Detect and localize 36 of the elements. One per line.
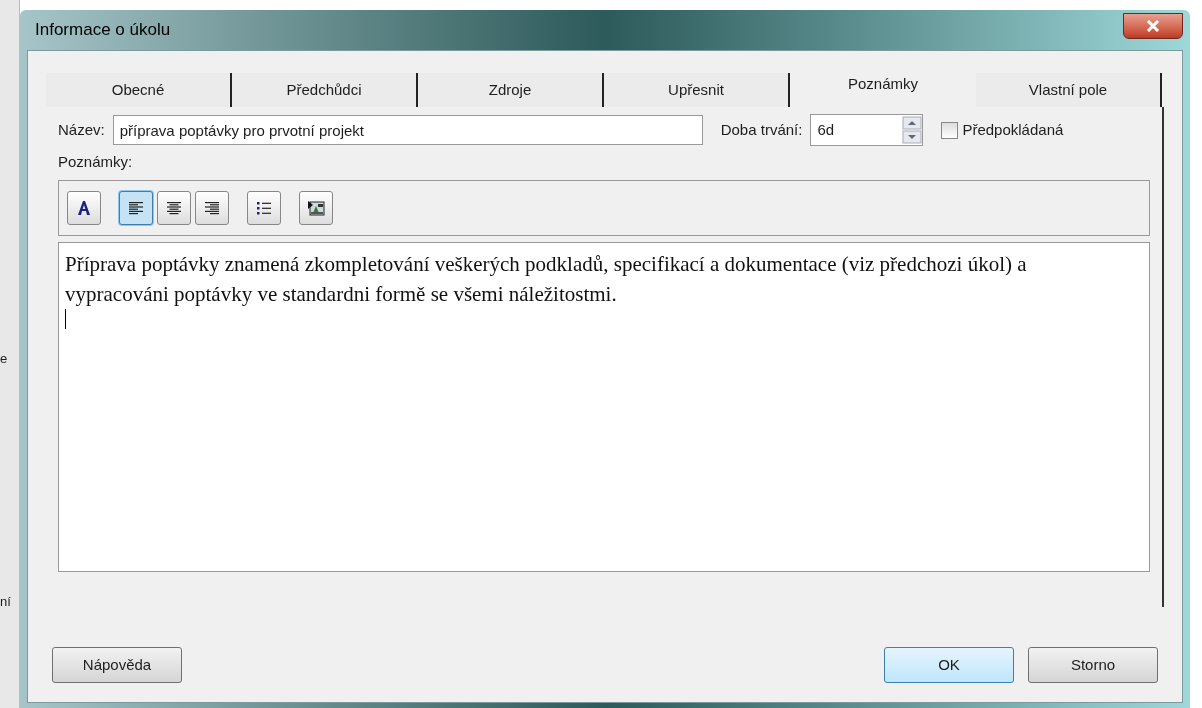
name-field[interactable]: příprava poptávky pro prvotní projekt [112, 115, 703, 145]
checkbox-label: Předpokládaná [962, 119, 1064, 140]
align-right-icon [204, 200, 220, 215]
duration-label: Doba trvání: [720, 119, 803, 140]
dialog-button[interactable]: Nápověda [52, 647, 182, 683]
window-title: Informace o úkolu [35, 19, 171, 42]
font-color-icon [76, 199, 92, 216]
dialog-button[interactable]: Storno [1028, 647, 1158, 683]
align-left-icon [128, 200, 144, 215]
insert-object-icon [307, 199, 325, 216]
duration-spinner[interactable]: 6d [810, 114, 924, 146]
tab[interactable]: Vlastní pole [976, 73, 1162, 107]
toolbar-button[interactable] [119, 190, 153, 225]
bullet-list-icon [256, 200, 272, 215]
toolbar-button[interactable] [247, 190, 281, 225]
name-label: Název: [58, 119, 105, 140]
spinner-arrows-icon [902, 116, 923, 144]
toolbar-button[interactable] [157, 190, 191, 225]
tab[interactable]: Předchůdci [232, 73, 418, 107]
align-center-icon [166, 200, 182, 215]
toolbar-button[interactable] [299, 190, 333, 225]
tab[interactable]: Obecné [46, 73, 232, 107]
close-button[interactable] [1123, 13, 1183, 39]
dialog-button[interactable]: OK [884, 647, 1014, 683]
notes-text-area[interactable]: Příprava poptávky znamená zkompletování veškerých podkladů, specifikací a dokumentace (viz předchozi úkol) a vypracováni poptávky ve standardni formě se všemi náležitostmi. [58, 241, 1150, 572]
notes-label: Poznámky: [58, 152, 134, 172]
checkbox[interactable] [941, 121, 959, 139]
background-text: ní [0, 595, 12, 608]
tab[interactable]: Upřesnit [604, 73, 790, 107]
duration-value: 6d [817, 119, 835, 140]
toolbar-button[interactable] [195, 190, 229, 225]
background-text: e [0, 352, 9, 365]
tab[interactable]: Zdroje [418, 73, 604, 107]
toolbar-button[interactable] [67, 190, 101, 225]
notes-text: Příprava poptávky znamená zkompletování veškerých podkladů, specifikací a dokumentace (viz předchozi úkol) a vypracováni poptávky ve standardni formě se všemi náležitostmi. [65, 250, 1028, 308]
close-icon [1146, 20, 1160, 32]
